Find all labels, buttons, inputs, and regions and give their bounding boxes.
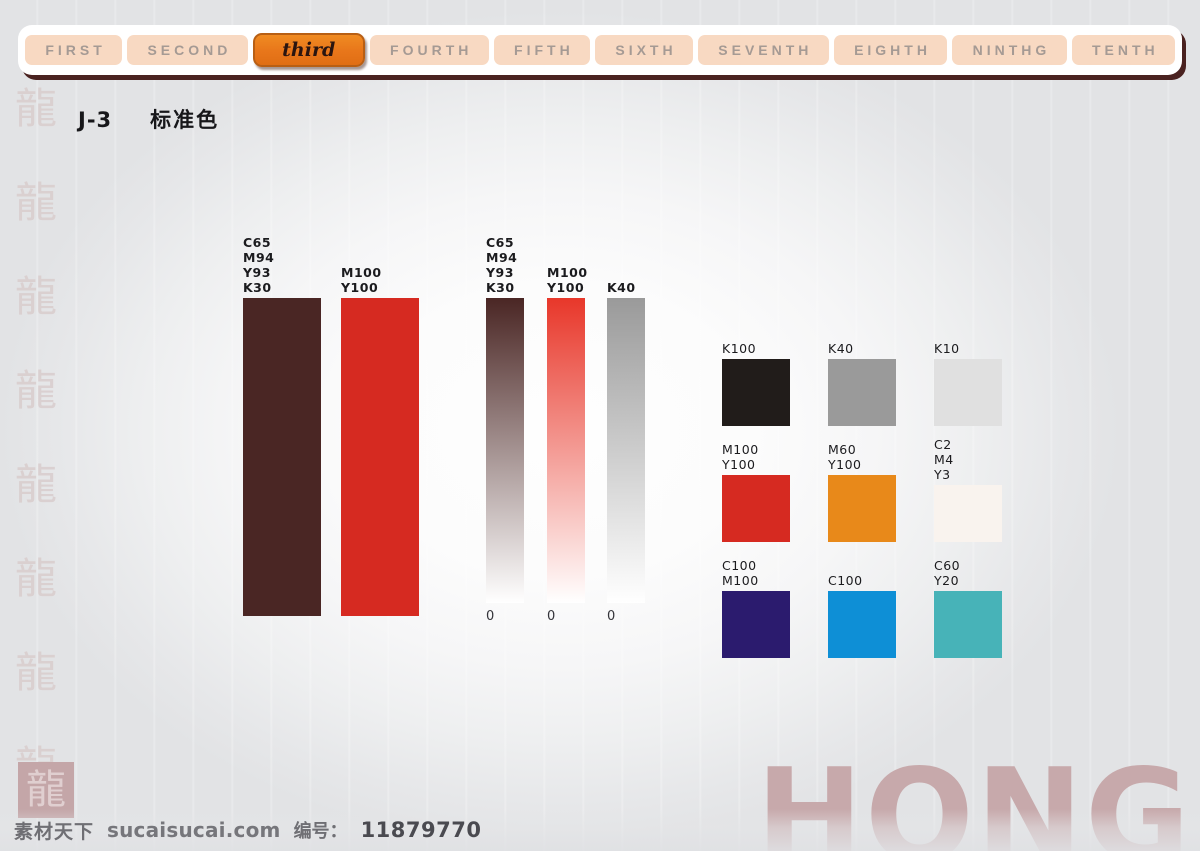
- top-navigation-bar: FIRST SECOND third FOURTH FIFTH SIXTH SEVENTH E…: [18, 25, 1182, 75]
- nav-tab-fifth[interactable]: FIFTH: [493, 35, 591, 65]
- swatch-box-m60-y100: [828, 475, 896, 542]
- swatch-cell-c100-m100: C100 M100: [722, 553, 808, 658]
- color-swatch-grid: K100 K40 K10 M100 Y100 M60 Y100 C2 M4 Y3 C100 …: [722, 321, 1020, 658]
- swatch-box-k10: [934, 359, 1002, 426]
- swatch-label-c60-y20: C60 Y20: [934, 558, 961, 588]
- dragon-glyph: 龍: [26, 767, 66, 813]
- swatch-cell-c2-m4-y3: C2 M4 Y3: [934, 437, 1020, 542]
- swatch-box-c100: [828, 591, 896, 658]
- solid-bar-1-label: M100 Y100: [341, 265, 382, 295]
- swatch-label-k40: K40: [828, 341, 854, 356]
- decorative-glyph-column: 龍龍龍龍龍龍龍龍: [8, 88, 64, 788]
- swatch-label-m60-y100: M60 Y100: [828, 442, 862, 472]
- gradient-bar-0-label: C65 M94 Y93 K30: [486, 235, 518, 295]
- swatch-box-k100: [722, 359, 790, 426]
- dragon-glyph: 龍: [14, 554, 57, 603]
- dragon-glyph: 龍: [14, 272, 57, 321]
- swatch-box-m100-y100: [722, 475, 790, 542]
- swatch-label-k10: K10: [934, 341, 960, 356]
- swatch-cell-m100-y100: M100 Y100: [722, 437, 808, 542]
- swatch-cell-k100: K100: [722, 321, 808, 426]
- solid-bar-0-swatch: [243, 298, 321, 616]
- nav-tab-tenth[interactable]: TENTH: [1071, 35, 1175, 65]
- swatch-label-c100: C100: [828, 573, 863, 588]
- footer-site-url: sucaisucai.com: [107, 818, 281, 842]
- dragon-glyph: 龍: [14, 648, 57, 697]
- page-title-code: J-3: [78, 108, 113, 132]
- swatch-label-c100-m100: C100 M100: [722, 558, 759, 588]
- swatch-box-c60-y20: [934, 591, 1002, 658]
- dragon-glyph: 龍: [14, 84, 57, 133]
- nav-tab-first[interactable]: FIRST: [25, 35, 123, 65]
- solid-bar-0: C65 M94 Y93 K30: [243, 235, 321, 616]
- gradient-bar-2: K40 0: [607, 280, 645, 624]
- solid-bar-1: M100 Y100: [341, 265, 419, 616]
- dragon-glyph: 龍: [14, 460, 57, 509]
- gradient-bar-1-label: M100 Y100: [547, 265, 588, 295]
- swatch-box-c100-m100: [722, 591, 790, 658]
- gradient-bar-1: M100 Y100 0: [547, 265, 587, 624]
- nav-tab-seventh[interactable]: SEVENTH: [697, 35, 829, 65]
- gradient-bar-2-zero: 0: [607, 609, 616, 624]
- footer-watermark: 素材天下 sucaisucai.com 编号： 11879770: [0, 809, 1200, 851]
- gradient-bar-1-zero: 0: [547, 609, 556, 624]
- nav-tab-second[interactable]: SECOND: [127, 35, 248, 65]
- gradient-bar-0: C65 M94 Y93 K30 0: [486, 235, 524, 624]
- dragon-glyph: 龍: [14, 178, 57, 227]
- page-root: FIRST SECOND third FOURTH FIFTH SIXTH SEVENTH E…: [0, 0, 1200, 851]
- footer-site-cn: 素材天下: [14, 820, 95, 843]
- swatch-box-k40: [828, 359, 896, 426]
- swatch-cell-k10: K10: [934, 321, 1020, 426]
- footer-id-label: 编号：: [293, 821, 348, 842]
- gradient-bar-2-label: K40: [607, 280, 636, 295]
- swatch-cell-k40: K40: [828, 321, 914, 426]
- page-title-text: 标准色: [150, 108, 220, 132]
- nav-tab-fourth[interactable]: FOURTH: [369, 35, 489, 65]
- nav-tab-sixth[interactable]: SIXTH: [595, 35, 693, 65]
- solid-bar-1-swatch: [341, 298, 419, 616]
- swatch-cell-c100: C100: [828, 553, 914, 658]
- nav-tab-eighth[interactable]: EIGHTH: [833, 35, 948, 65]
- gradient-bar-0-zero: 0: [486, 609, 495, 624]
- swatch-cell-m60-y100: M60 Y100: [828, 437, 914, 542]
- swatch-label-c2-m4-y3: C2 M4 Y3: [934, 437, 954, 482]
- gradient-bar-1-swatch: [547, 298, 585, 603]
- gradient-bar-2-swatch: [607, 298, 645, 603]
- gradient-bar-0-swatch: [486, 298, 524, 603]
- solid-bar-0-label: C65 M94 Y93 K30: [243, 235, 275, 295]
- swatch-label-k100: K100: [722, 341, 757, 356]
- dragon-glyph: 龍: [14, 366, 57, 415]
- nav-tab-third[interactable]: third: [252, 33, 365, 67]
- swatch-box-c2-m4-y3: [934, 485, 1002, 542]
- nav-tab-ninthg[interactable]: NINTHG: [952, 35, 1067, 65]
- page-title: J-3 标准色: [78, 104, 219, 134]
- swatch-label-m100-y100: M100 Y100: [722, 442, 759, 472]
- swatch-cell-c60-y20: C60 Y20: [934, 553, 1020, 658]
- footer-id-number: 11879770: [360, 818, 482, 842]
